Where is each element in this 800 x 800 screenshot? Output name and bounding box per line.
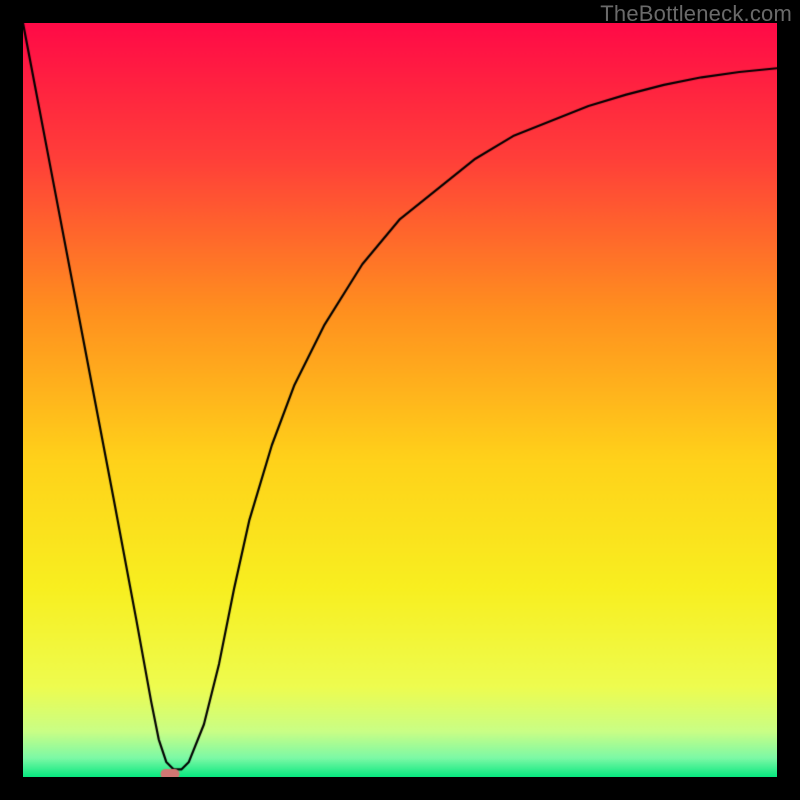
watermark-text: TheBottleneck.com [600,1,792,27]
chart-frame: TheBottleneck.com [0,0,800,800]
bottleneck-chart [23,23,777,777]
